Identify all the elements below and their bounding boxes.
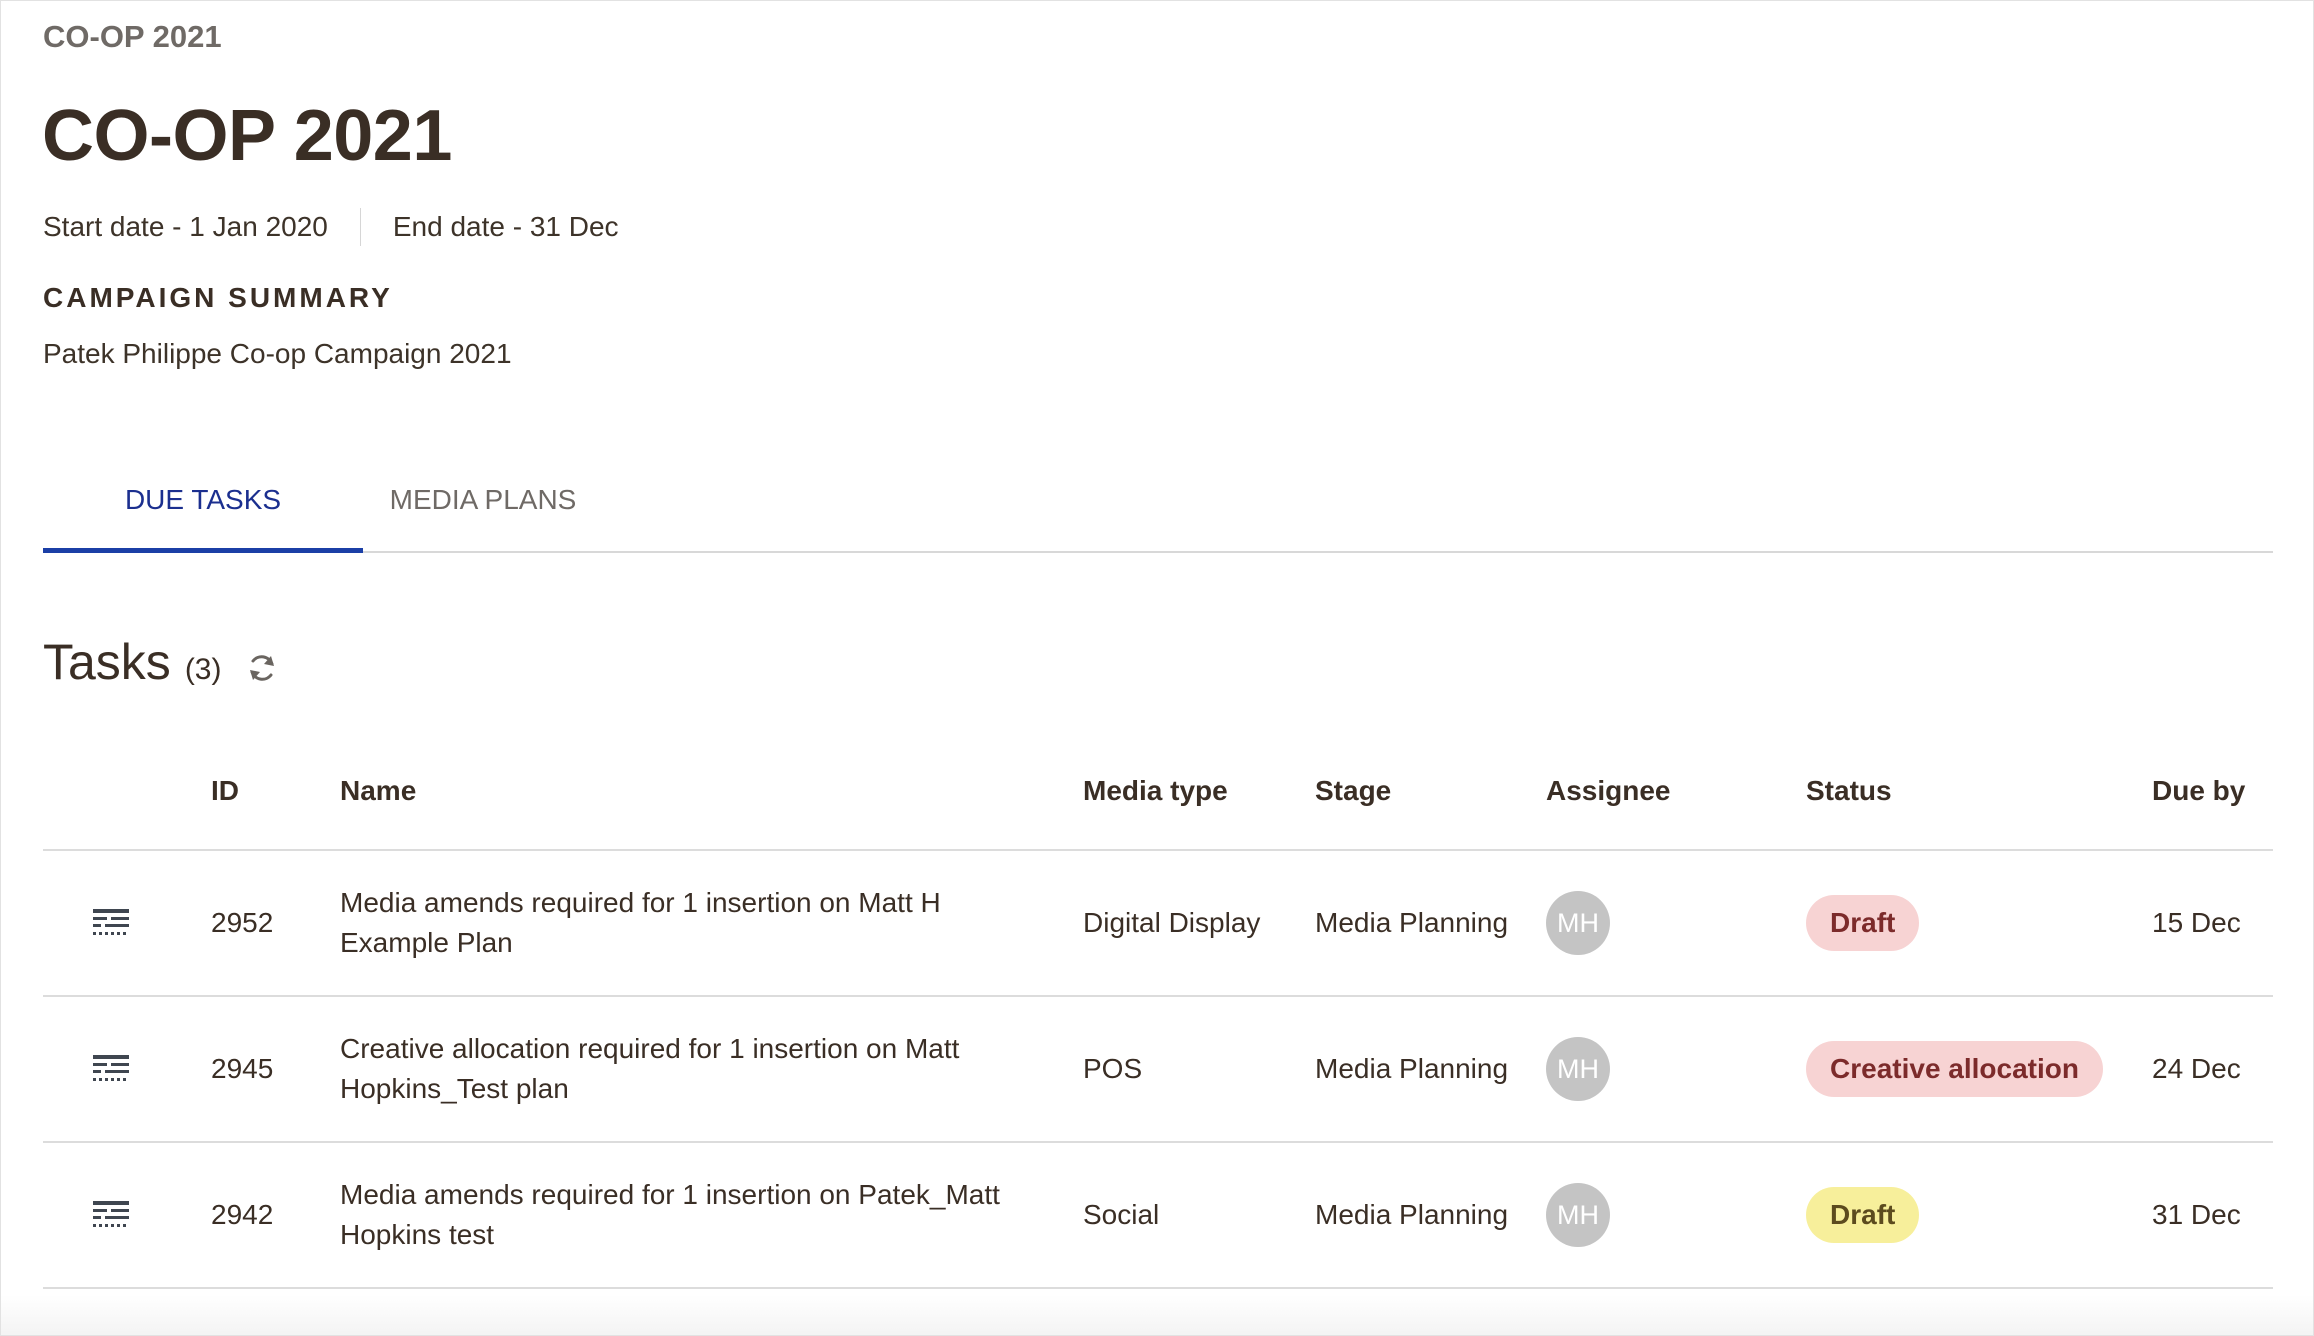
task-media-type: Social <box>1083 1199 1160 1230</box>
table-row[interactable]: 2942 Media amends required for 1 inserti… <box>43 1143 2273 1289</box>
assignee-cell: MH <box>1546 851 1610 995</box>
task-id: 2952 <box>211 907 274 938</box>
avatar: MH <box>1546 1183 1610 1247</box>
tasks-count: (3) <box>184 653 222 686</box>
column-header-id[interactable]: ID <box>211 775 239 807</box>
status-cell: Creative allocation <box>1806 997 2103 1141</box>
table-row[interactable]: 2945 Creative allocation required for 1 … <box>43 997 2273 1143</box>
bottom-fade <box>1 1295 2313 1335</box>
tasks-header: Tasks (3) <box>43 633 279 691</box>
avatar: MH <box>1546 1037 1610 1101</box>
table-row[interactable]: 2952 Media amends required for 1 inserti… <box>43 851 2273 997</box>
avatar: MH <box>1546 891 1610 955</box>
page-title: CO-OP 2021 <box>42 96 452 176</box>
assignee-cell: MH <box>1546 997 1610 1141</box>
task-due-date: 31 Dec <box>2152 1199 2241 1230</box>
column-header-media-type[interactable]: Media type <box>1083 775 1228 807</box>
column-header-due-by[interactable]: Due by <box>2152 775 2245 807</box>
status-cell: Draft <box>1806 1143 1920 1287</box>
task-name[interactable]: Creative allocation required for 1 inser… <box>340 997 1030 1141</box>
task-stage: Media Planning <box>1315 907 1509 938</box>
status-badge: Creative allocation <box>1806 1041 2103 1097</box>
end-date: End date - 31 Dec <box>392 211 619 242</box>
task-list-icon[interactable] <box>91 997 131 1141</box>
task-list-icon[interactable] <box>91 1143 131 1287</box>
task-media-type: Digital Display <box>1083 907 1261 938</box>
task-due-date: 15 Dec <box>2152 907 2241 938</box>
campaign-summary-heading: CAMPAIGN SUMMARY <box>43 282 393 313</box>
task-stage: Media Planning <box>1315 1199 1509 1230</box>
task-list-icon[interactable] <box>91 851 131 995</box>
column-header-name[interactable]: Name <box>340 775 416 807</box>
status-badge: Draft <box>1806 895 1920 951</box>
assignee-cell: MH <box>1546 1143 1610 1287</box>
refresh-icon[interactable] <box>245 651 279 685</box>
task-due-date: 24 Dec <box>2152 1053 2241 1084</box>
column-header-assignee[interactable]: Assignee <box>1546 775 1671 807</box>
table-header: ID Name Media type Stage Assignee Status… <box>43 753 2273 851</box>
task-name[interactable]: Media amends required for 1 insertion on… <box>340 1143 1030 1287</box>
tasks-table: ID Name Media type Stage Assignee Status… <box>43 753 2273 1289</box>
tab-media-plans[interactable]: MEDIA PLANS <box>363 469 603 551</box>
status-badge: Draft <box>1806 1187 1920 1243</box>
campaign-dates: Start date - 1 Jan 2020 End date - 31 De… <box>43 207 619 247</box>
column-header-stage[interactable]: Stage <box>1315 775 1391 807</box>
tab-bar: DUE TASKS MEDIA PLANS <box>43 469 2273 553</box>
task-id: 2942 <box>211 1199 274 1230</box>
task-stage: Media Planning <box>1315 1053 1509 1084</box>
campaign-summary-text: Patek Philippe Co-op Campaign 2021 <box>43 338 512 369</box>
campaign-page: CO-OP 2021 CO-OP 2021 Start date - 1 Jan… <box>0 0 2314 1336</box>
task-media-type: POS <box>1083 1053 1143 1084</box>
task-id: 2945 <box>211 1053 274 1084</box>
status-cell: Draft <box>1806 851 1920 995</box>
breadcrumb[interactable]: CO-OP 2021 <box>43 19 222 55</box>
tasks-title: Tasks <box>43 634 171 690</box>
tab-due-tasks[interactable]: DUE TASKS <box>43 469 363 553</box>
date-divider <box>359 208 361 246</box>
start-date: Start date - 1 Jan 2020 <box>43 211 328 242</box>
column-header-status[interactable]: Status <box>1806 775 1892 807</box>
task-name[interactable]: Media amends required for 1 insertion on… <box>340 851 1030 995</box>
